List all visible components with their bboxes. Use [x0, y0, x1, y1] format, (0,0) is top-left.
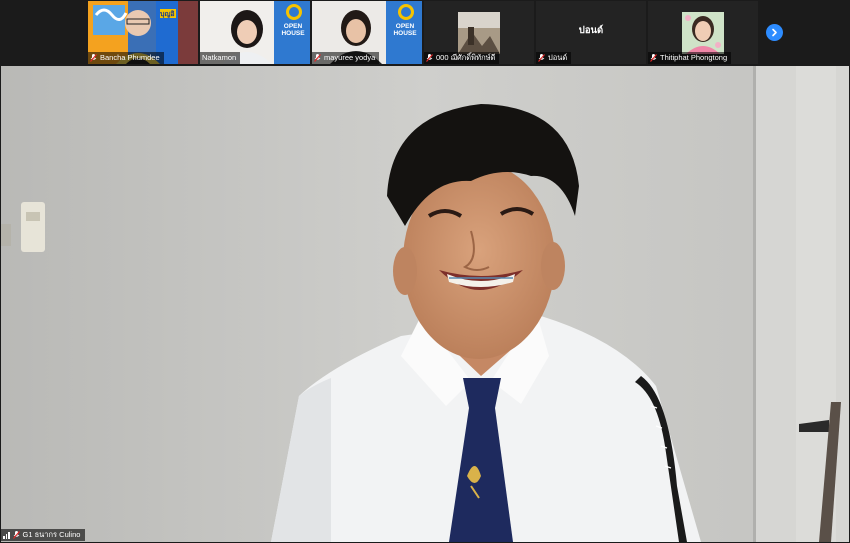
next-page-button[interactable]: [766, 24, 783, 41]
mic-muted-icon: [12, 531, 20, 539]
mic-muted-icon: [426, 54, 433, 62]
open-house-title: OPEN: [283, 23, 303, 30]
participant-name-bar: Thitiphat Phongtong: [648, 52, 732, 64]
signal-strength-icon: [3, 531, 10, 539]
active-speaker-name-bar: G1 ธนากร Culino: [1, 529, 86, 541]
chevron-right-icon: [770, 24, 779, 42]
participant-name: Natkamon: [202, 53, 237, 62]
participant-name-bar: Bancha Phumdee: [88, 52, 164, 64]
participant-name-bar: ปอนด์: [536, 52, 572, 64]
open-house-title: OPEN: [395, 23, 415, 30]
participant-tile-000[interactable]: 000 ฌีศักดิ์พิทักษ์ดี: [424, 1, 534, 64]
participant-strip: บุญอิ Bancha Phumdee OPEN HOUSE Natkamon…: [0, 0, 850, 66]
participant-tile-pond[interactable]: ปอนด์ ปอนด์: [536, 1, 646, 64]
open-house-title-2: HOUSE: [393, 30, 417, 37]
open-house-title-2: HOUSE: [281, 30, 305, 37]
active-speaker-video: G1 ธนากร Culino: [1, 66, 849, 542]
participant-tile-thitiphat[interactable]: Thitiphat Phongtong: [648, 1, 758, 64]
participant-name: 000 ฌีศักดิ์พิทักษ์ดี: [436, 53, 496, 62]
banner-text: บุญอิ: [160, 11, 175, 18]
participant-name: ปอนด์: [548, 53, 568, 62]
participant-name-bar: Natkamon: [200, 52, 241, 64]
participant-name: Bancha Phumdee: [100, 53, 160, 62]
participant-tile-natkamon[interactable]: OPEN HOUSE Natkamon: [200, 1, 310, 64]
active-speaker-name: G1 ธนากร Culino: [22, 530, 81, 539]
participant-name: Thitiphat Phongtong: [660, 53, 728, 62]
participant-name-bar: 000 ฌีศักดิ์พิทักษ์ดี: [424, 52, 500, 64]
mic-muted-icon: [90, 54, 97, 62]
participant-tile-mayuree[interactable]: OPEN HOUSE mayuree yodya: [312, 1, 422, 64]
participant-name: mayuree yodya: [324, 53, 376, 62]
mic-muted-icon: [314, 54, 321, 62]
participant-display-name: ปอนด์: [578, 25, 604, 36]
mic-muted-icon: [650, 54, 657, 62]
participant-name-bar: mayuree yodya: [312, 52, 380, 64]
participant-tile-bancha[interactable]: บุญอิ Bancha Phumdee: [88, 1, 198, 64]
mic-muted-icon: [538, 54, 545, 62]
